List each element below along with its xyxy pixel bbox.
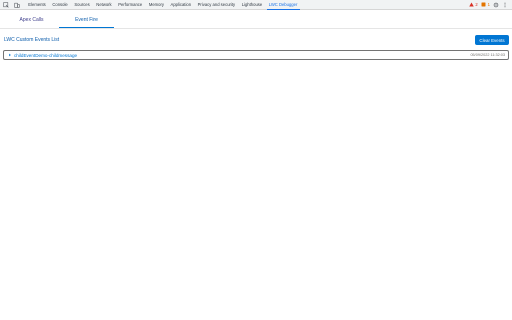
devtools-tab-privacy-and-security[interactable]: Privacy and security — [194, 0, 238, 10]
events-list-title: LWC Custom Events List — [4, 37, 60, 43]
devtools-tabs: Elements Console Sources Network Perform… — [25, 0, 301, 10]
devtools-tab-performance[interactable]: Performance — [115, 0, 146, 10]
clear-events-button[interactable]: Clear Events — [475, 35, 509, 45]
error-badge[interactable]: 1 — [481, 2, 490, 8]
devtools-tab-memory[interactable]: Memory — [146, 0, 168, 10]
settings-icon[interactable] — [493, 2, 499, 8]
tab-apex-calls[interactable]: Apex Calls — [4, 13, 59, 28]
devtools-tab-lighthouse[interactable]: Lighthouse — [238, 0, 265, 10]
event-list-item[interactable]: childEventDemo-childmessage 05/09/2022 1… — [3, 50, 509, 60]
warning-icon — [468, 2, 474, 8]
devtools-tab-application[interactable]: Application — [167, 0, 194, 10]
inspect-element-icon[interactable] — [0, 0, 11, 10]
more-options-icon[interactable] — [502, 2, 508, 8]
event-timestamp: 05/09/2022 11:32:03 — [470, 53, 505, 57]
lwc-debugger-window: Elements Console Sources Network Perform… — [0, 0, 512, 320]
devtools-tab-sources[interactable]: Sources — [71, 0, 93, 10]
devtools-status-area: 2 1 — [468, 2, 512, 8]
devtools-tab-lwc-debugger[interactable]: LWC Debugger — [266, 0, 301, 10]
event-name: childEventDemo-childmessage — [14, 52, 78, 58]
error-icon — [481, 2, 487, 8]
error-count: 1 — [487, 2, 490, 7]
devtools-tab-console[interactable]: Console — [49, 0, 71, 10]
panel-tabs: Apex Calls Event Fire — [4, 13, 114, 28]
warning-count: 2 — [475, 2, 478, 7]
warning-badge[interactable]: 2 — [468, 2, 478, 8]
devtools-tab-elements[interactable]: Elements — [25, 0, 49, 10]
devtools-tab-network[interactable]: Network — [93, 0, 115, 10]
panel-divider — [0, 28, 512, 29]
tab-event-fire[interactable]: Event Fire — [59, 13, 114, 28]
chevron-right-icon[interactable] — [6, 51, 14, 59]
devtools-tab-bar: Elements Console Sources Network Perform… — [0, 0, 512, 10]
device-toggle-icon[interactable] — [11, 0, 22, 10]
